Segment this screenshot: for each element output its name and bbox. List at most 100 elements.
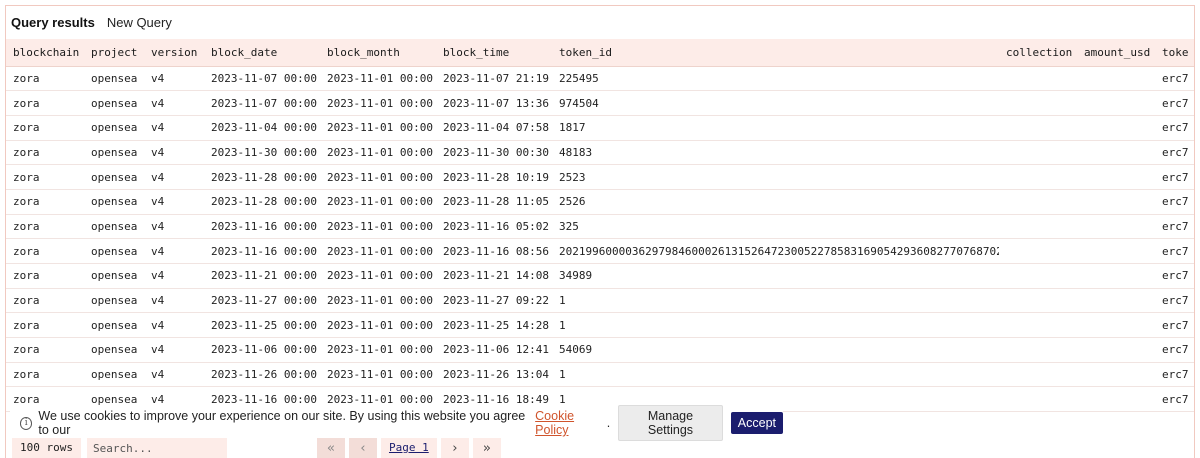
page-number-link[interactable]: Page 1 [380,438,437,458]
table-cell: 1 [552,288,999,314]
table-cell: 2023-11-28 11:05 [436,189,552,215]
info-icon: i [20,416,33,430]
table-cell: opensea [84,115,144,141]
table-cell: 2023-11-25 00:00 [204,312,320,339]
column-header-toke[interactable]: toke [1155,39,1194,67]
table-cell: v4 [144,90,204,116]
table-cell: zora [6,90,84,116]
column-header-token-id[interactable]: token_id [552,39,999,67]
table-row[interactable]: zora opensea v4 2023-11-07 00:00 2023-11-01 … [6,90,1194,116]
table-cell: zora [6,189,84,215]
table-cell: 2023-11-01 00:00 [320,189,436,215]
table-row[interactable]: zora opensea v4 2023-11-06 00:00 2023-11-01 … [6,337,1194,363]
table-row[interactable]: zora opensea v4 2023-11-16 00:00 2023-11-01 … [6,238,1194,264]
search-input[interactable] [86,438,227,458]
table-cell: zora [6,312,84,339]
table-cell: 54069 [552,337,999,363]
column-header-version[interactable]: version [144,39,204,67]
table-cell: 2023-11-01 00:00 [320,312,436,339]
table-cell: 2023-11-16 05:02 [436,214,552,240]
table-cell [999,66,1077,92]
table-cell: erc7 [1155,214,1194,240]
table-cell: 2023-11-27 09:22 [436,288,552,314]
table-row[interactable]: zora opensea v4 2023-11-26 00:00 2023-11-01 … [6,362,1194,388]
table-cell: v4 [144,189,204,215]
table-cell: erc7 [1155,90,1194,116]
table-cell: zora [6,288,84,314]
tab-query-results[interactable]: Query results [11,15,95,30]
table-cell: 1 [552,362,999,388]
table-cell: 2023-11-21 14:08 [436,263,552,289]
cookie-policy-link[interactable]: Cookie Policy [535,409,607,437]
table-cell: opensea [84,90,144,116]
prev-page-icon[interactable]: ‹ [348,438,377,458]
table-row[interactable]: zora opensea v4 2023-11-30 00:00 2023-11-01 … [6,140,1194,166]
table-row[interactable]: zora opensea v4 2023-11-28 00:00 2023-11-01 … [6,164,1194,190]
table-row[interactable]: zora opensea v4 2023-11-16 00:00 2023-11-01 … [6,214,1194,240]
table-cell: 2023-11-01 00:00 [320,164,436,190]
table-row[interactable]: zora opensea v4 2023-11-21 00:00 2023-11-01 … [6,263,1194,289]
table-cell [999,411,1077,414]
table-cell: 2523 [552,164,999,190]
table-cell [999,115,1077,141]
table-cell: 2023-11-26 13:04 [436,362,552,388]
table-cell [1077,164,1155,190]
results-table-container[interactable]: blockchain project version block_date block_… [6,39,1194,414]
first-page-icon[interactable]: « [316,438,345,458]
table-cell: v4 [144,362,204,388]
query-results-panel: Query results New Query blockchain projec… [5,5,1195,458]
column-header-block-time[interactable]: block_time [436,39,552,67]
table-cell: zora [6,115,84,141]
results-table: blockchain project version block_date block_… [6,39,1194,414]
table-cell: 2023-11-01 00:00 [320,140,436,166]
column-header-amount-usd[interactable]: amount_usd [1077,39,1155,67]
table-cell: erc7 [1155,386,1194,413]
manage-settings-button[interactable]: Manage Settings [618,405,723,441]
table-cell: 2023-11-01 00:00 [320,90,436,116]
table-cell [1077,115,1155,141]
table-cell [999,263,1077,289]
table-row[interactable]: zora opensea v4 2023-11-04 00:00 2023-11-01 … [6,115,1194,141]
tab-new-query[interactable]: New Query [107,15,172,30]
next-page-icon[interactable]: › [440,438,469,458]
table-row[interactable]: zora opensea v4 2023-11-25 00:00 2023-11-01 … [6,312,1194,339]
table-cell [999,214,1077,240]
table-cell: 2023-11-01 00:00 [320,386,436,413]
column-header-collection[interactable]: collection [999,39,1077,67]
column-header-block-date[interactable]: block_date [204,39,320,67]
table-cell: opensea [84,288,144,314]
table-cell: 2526 [552,189,999,215]
accept-cookies-button[interactable]: Accept [730,412,783,434]
table-row[interactable]: zora opensea v4 2023-11-28 00:00 2023-11-01 … [6,189,1194,215]
table-row[interactable]: zora opensea v4 2023-11-27 00:00 2023-11-01 … [6,288,1194,314]
cookie-banner: i We use cookies to improve your experie… [10,405,783,441]
table-cell: 1817 [552,115,999,141]
table-cell: 2023-11-30 00:00 [204,140,320,166]
table-cell [1077,362,1155,388]
table-cell [1077,312,1155,339]
table-cell: zora [6,66,84,92]
table-cell: 2023-11-01 00:00 [320,66,436,92]
table-row[interactable]: zora opensea v4 2023-11-07 00:00 2023-11-01 … [6,66,1194,92]
last-page-icon[interactable]: » [472,438,501,458]
table-cell: 2023-11-01 00:00 [320,238,436,264]
table-cell: zora [6,337,84,363]
table-cell: opensea [84,263,144,289]
table-cell: 2023-11-30 00:30 [436,140,552,166]
table-cell: 2023-11-16 08:56 [436,238,552,264]
table-cell: opensea [84,238,144,264]
table-cell: 325 [552,214,999,240]
column-header-block-month[interactable]: block_month [320,39,436,67]
table-cell [1077,140,1155,166]
table-cell [1077,337,1155,363]
column-header-project[interactable]: project [84,39,144,67]
table-cell: v4 [144,140,204,166]
table-cell [999,140,1077,166]
table-cell: erc7 [1155,189,1194,215]
table-cell: 225495 [552,66,999,92]
column-header-blockchain[interactable]: blockchain [6,39,84,67]
table-cell: zora [6,238,84,264]
table-cell [1077,214,1155,240]
table-row[interactable]: zora opensea v4 2023-11-16 00:00 2023-11-01 … [6,386,1194,413]
table-cell: erc7 [1155,411,1194,414]
